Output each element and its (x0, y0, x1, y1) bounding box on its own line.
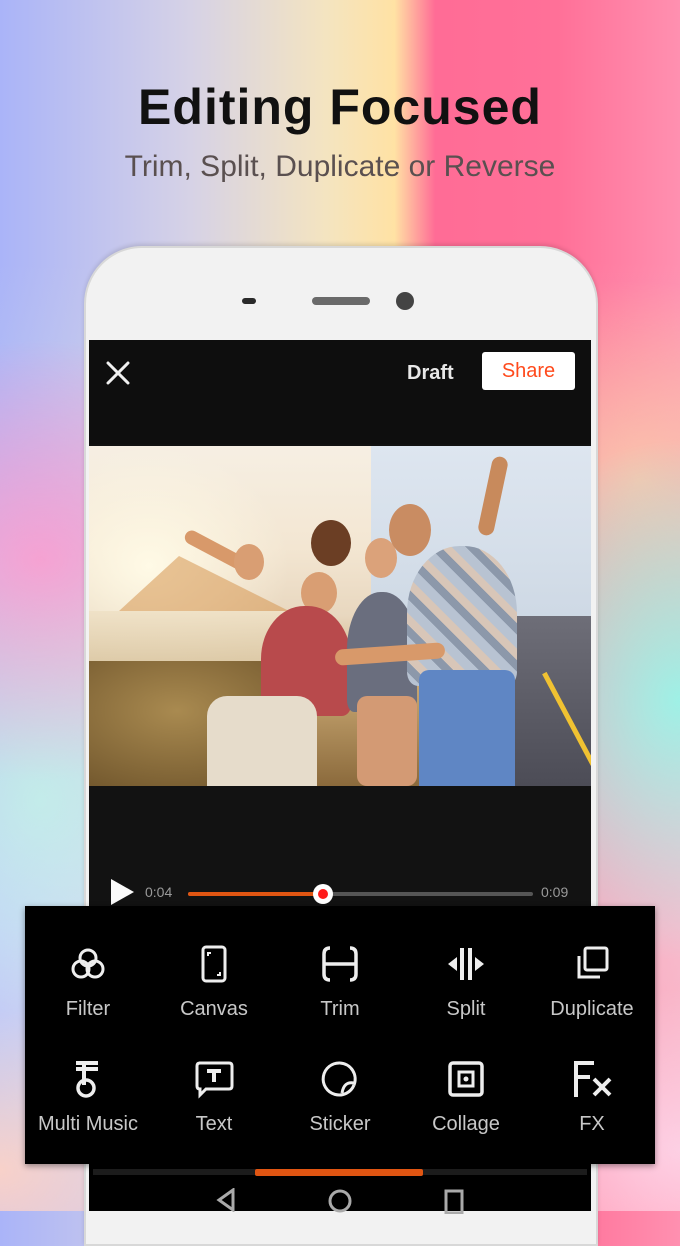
front-camera (396, 292, 414, 310)
earpiece-speaker (312, 297, 370, 305)
tool-label: Collage (432, 1113, 500, 1135)
play-button[interactable] (109, 878, 135, 906)
tool-label: Sticker (309, 1113, 371, 1135)
nav-back-button[interactable] (215, 1187, 237, 1217)
close-icon (106, 361, 130, 385)
nav-recents-button[interactable] (443, 1188, 465, 1219)
tool-multi-music[interactable]: Multi Music (25, 1021, 151, 1135)
tool-label: Canvas (180, 998, 248, 1020)
editing-tools-panel: Filter Canvas Trim Split Duplicate Multi… (25, 906, 655, 1164)
filter-icon (71, 948, 105, 979)
home-icon (328, 1189, 352, 1213)
canvas-icon (201, 945, 227, 983)
share-button[interactable]: Share (482, 352, 575, 390)
tool-label: Multi Music (37, 1113, 138, 1135)
video-person-jeans (419, 670, 515, 786)
recents-icon (444, 1189, 464, 1215)
tool-label: Text (195, 1113, 233, 1135)
text-icon (195, 1061, 234, 1099)
tool-split[interactable]: Split (403, 906, 529, 1020)
tool-label: FX (579, 1113, 605, 1135)
video-face (311, 520, 351, 566)
video-person-legs (357, 696, 417, 786)
tool-duplicate[interactable]: Duplicate (529, 906, 655, 1020)
sticker-icon (321, 1061, 357, 1097)
collage-icon (448, 1061, 484, 1097)
draft-button[interactable]: Draft (407, 362, 454, 385)
tool-filter[interactable]: Filter (25, 906, 151, 1020)
tab-indicator (255, 1169, 423, 1176)
tool-label: Split (446, 998, 486, 1020)
back-icon (216, 1187, 235, 1213)
fx-icon (574, 1061, 612, 1097)
tool-canvas[interactable]: Canvas (151, 906, 277, 1020)
video-face (234, 544, 264, 580)
tool-text[interactable]: Text (151, 1021, 277, 1135)
tool-trim[interactable]: Trim (277, 906, 403, 1020)
tool-fx[interactable]: FX (529, 1021, 655, 1135)
tool-label: Duplicate (550, 998, 634, 1020)
seek-progress (188, 892, 323, 896)
editor-topbar: Draft Share (89, 340, 591, 444)
music-icon (76, 1061, 98, 1098)
seek-handle[interactable] (312, 884, 333, 904)
proximity-sensor (242, 298, 256, 304)
player-controls: 0:04 0:09 (89, 786, 591, 916)
video-person-shorts (207, 696, 317, 786)
seek-bar[interactable] (188, 884, 533, 904)
current-time: 0:04 (145, 884, 173, 900)
video-preview[interactable] (89, 446, 591, 786)
nav-home-button[interactable] (327, 1188, 353, 1219)
video-person-plaid-shirt (407, 546, 517, 686)
video-face (389, 504, 431, 556)
trim-icon (322, 946, 358, 982)
duplicate-icon (577, 946, 609, 979)
end-time: 0:09 (541, 884, 569, 900)
tool-collage[interactable]: Collage (403, 1021, 529, 1135)
tool-label: Trim (320, 998, 360, 1020)
close-button[interactable] (103, 358, 133, 388)
promo-headline: Editing Focused (138, 79, 542, 135)
tool-label: Filter (65, 998, 111, 1020)
promo-subline: Trim, Split, Duplicate or Reverse (124, 150, 556, 183)
play-icon (111, 879, 134, 905)
split-icon (448, 948, 484, 980)
tool-sticker[interactable]: Sticker (277, 1021, 403, 1135)
system-navigation-bar (89, 1164, 591, 1215)
